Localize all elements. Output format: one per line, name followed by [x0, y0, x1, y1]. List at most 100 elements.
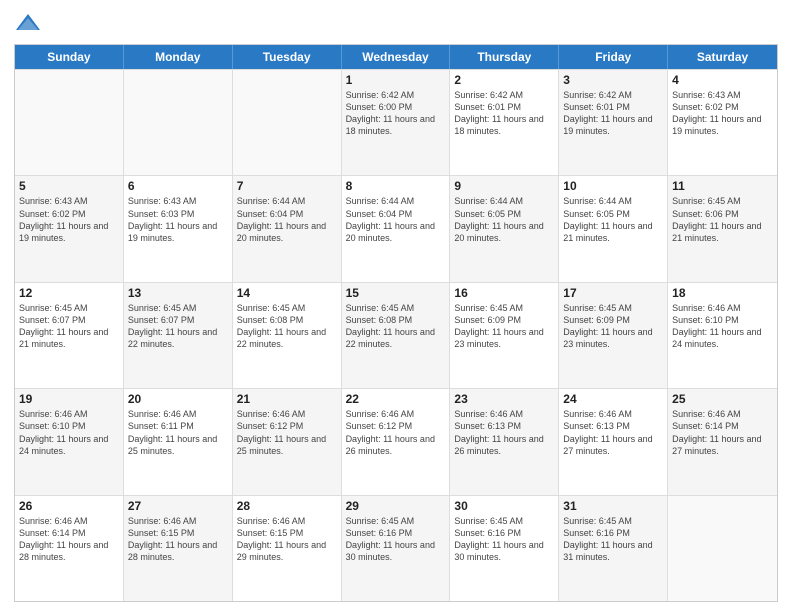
table-row: 13Sunrise: 6:45 AM Sunset: 6:07 PM Dayli…	[124, 283, 233, 388]
day-info: Sunrise: 6:46 AM Sunset: 6:10 PM Dayligh…	[19, 408, 119, 457]
day-info: Sunrise: 6:45 AM Sunset: 6:16 PM Dayligh…	[454, 515, 554, 564]
day-info: Sunrise: 6:45 AM Sunset: 6:07 PM Dayligh…	[128, 302, 228, 351]
day-number: 24	[563, 392, 663, 406]
day-number: 30	[454, 499, 554, 513]
logo	[14, 10, 46, 38]
day-header-sunday: Sunday	[15, 45, 124, 69]
table-row: 22 Sunrise: 6:46 AM Sunset: 6:12 PM Dayli…	[342, 389, 451, 494]
day-header-monday: Monday	[124, 45, 233, 69]
logo-icon	[14, 10, 42, 38]
day-info: Sunrise: 6:45 AM Sunset: 6:09 PM Dayligh…	[454, 302, 554, 351]
week-row-3: 12 Sunrise: 6:45 AM Sunset: 6:07 PM Dayli…	[15, 282, 777, 388]
table-row: 4 Sunrise: 6:43 AM Sunset: 6:02 PM Daylig…	[668, 70, 777, 175]
day-info: Sunrise: 6:45 AM Sunset: 6:09 PM Dayligh…	[563, 302, 663, 351]
day-info: Sunrise: 6:45 AM Sunset: 6:06 PM Dayligh…	[672, 195, 773, 244]
table-row: 29 Sunrise: 6:45 AM Sunset: 6:16 PM Dayli…	[342, 496, 451, 601]
day-info: Sunrise: 6:44 AM Sunset: 6:05 PM Dayligh…	[563, 195, 663, 244]
day-number: 28	[237, 499, 337, 513]
table-row	[668, 496, 777, 601]
day-info: Sunrise: 6:46 AM Sunset: 6:15 PM Dayligh…	[128, 515, 228, 564]
page: SundayMondayTuesdayWednesdayThursdayFrid…	[0, 0, 792, 612]
day-header-tuesday: Tuesday	[233, 45, 342, 69]
table-row	[124, 70, 233, 175]
day-number: 8	[346, 179, 446, 193]
day-info: Sunrise: 6:42 AM Sunset: 6:01 PM Dayligh…	[563, 89, 663, 138]
day-info: Sunrise: 6:45 AM Sunset: 6:16 PM Dayligh…	[563, 515, 663, 564]
day-info: Sunrise: 6:46 AM Sunset: 6:12 PM Dayligh…	[346, 408, 446, 457]
day-info: Sunrise: 6:46 AM Sunset: 6:14 PM Dayligh…	[19, 515, 119, 564]
day-number: 25	[672, 392, 773, 406]
day-info: Sunrise: 6:46 AM Sunset: 6:10 PM Dayligh…	[672, 302, 773, 351]
day-number: 19	[19, 392, 119, 406]
day-info: Sunrise: 6:45 AM Sunset: 6:16 PM Dayligh…	[346, 515, 446, 564]
day-number: 2	[454, 73, 554, 87]
week-row-4: 19 Sunrise: 6:46 AM Sunset: 6:10 PM Dayli…	[15, 388, 777, 494]
table-row: 28 Sunrise: 6:46 AM Sunset: 6:15 PM Dayli…	[233, 496, 342, 601]
table-row: 12 Sunrise: 6:45 AM Sunset: 6:07 PM Dayli…	[15, 283, 124, 388]
table-row: 5Sunrise: 6:43 AM Sunset: 6:02 PM Daylig…	[15, 176, 124, 281]
day-number: 3	[563, 73, 663, 87]
day-info: Sunrise: 6:46 AM Sunset: 6:13 PM Dayligh…	[563, 408, 663, 457]
table-row: 11 Sunrise: 6:45 AM Sunset: 6:06 PM Dayli…	[668, 176, 777, 281]
day-info: Sunrise: 6:46 AM Sunset: 6:14 PM Dayligh…	[672, 408, 773, 457]
day-info: Sunrise: 6:44 AM Sunset: 6:04 PM Dayligh…	[346, 195, 446, 244]
day-number: 11	[672, 179, 773, 193]
table-row: 17 Sunrise: 6:45 AM Sunset: 6:09 PM Dayli…	[559, 283, 668, 388]
day-info: Sunrise: 6:45 AM Sunset: 6:08 PM Dayligh…	[237, 302, 337, 351]
day-number: 21	[237, 392, 337, 406]
day-number: 9	[454, 179, 554, 193]
table-row: 19 Sunrise: 6:46 AM Sunset: 6:10 PM Dayli…	[15, 389, 124, 494]
calendar: SundayMondayTuesdayWednesdayThursdayFrid…	[14, 44, 778, 602]
day-number: 18	[672, 286, 773, 300]
day-info: Sunrise: 6:45 AM Sunset: 6:07 PM Dayligh…	[19, 302, 119, 351]
day-info: Sunrise: 6:44 AM Sunset: 6:05 PM Dayligh…	[454, 195, 554, 244]
day-info: Sunrise: 6:45 AM Sunset: 6:08 PM Dayligh…	[346, 302, 446, 351]
table-row: 23 Sunrise: 6:46 AM Sunset: 6:13 PM Dayli…	[450, 389, 559, 494]
table-row: 7Sunrise: 6:44 AM Sunset: 6:04 PM Daylig…	[233, 176, 342, 281]
table-row: 3 Sunrise: 6:42 AM Sunset: 6:01 PM Daylig…	[559, 70, 668, 175]
day-number: 16	[454, 286, 554, 300]
table-row: 8 Sunrise: 6:44 AM Sunset: 6:04 PM Daylig…	[342, 176, 451, 281]
calendar-body: 1 Sunrise: 6:42 AM Sunset: 6:00 PM Daylig…	[15, 69, 777, 601]
table-row: 30 Sunrise: 6:45 AM Sunset: 6:16 PM Dayli…	[450, 496, 559, 601]
day-info: Sunrise: 6:46 AM Sunset: 6:13 PM Dayligh…	[454, 408, 554, 457]
day-number: 4	[672, 73, 773, 87]
day-info: Sunrise: 6:43 AM Sunset: 6:02 PM Dayligh…	[672, 89, 773, 138]
day-header-saturday: Saturday	[668, 45, 777, 69]
day-info: Sunrise: 6:42 AM Sunset: 6:00 PM Dayligh…	[346, 89, 446, 138]
table-row: 16 Sunrise: 6:45 AM Sunset: 6:09 PM Dayli…	[450, 283, 559, 388]
table-row: 18 Sunrise: 6:46 AM Sunset: 6:10 PM Dayli…	[668, 283, 777, 388]
day-number: 1	[346, 73, 446, 87]
day-header-friday: Friday	[559, 45, 668, 69]
day-info: Sunrise: 6:43 AM Sunset: 6:03 PM Dayligh…	[128, 195, 228, 244]
day-info: Sunrise: 6:46 AM Sunset: 6:12 PM Dayligh…	[237, 408, 337, 457]
day-number: 23	[454, 392, 554, 406]
table-row: 15Sunrise: 6:45 AM Sunset: 6:08 PM Dayli…	[342, 283, 451, 388]
day-number: 26	[19, 499, 119, 513]
table-row: 2 Sunrise: 6:42 AM Sunset: 6:01 PM Daylig…	[450, 70, 559, 175]
table-row: 9 Sunrise: 6:44 AM Sunset: 6:05 PM Daylig…	[450, 176, 559, 281]
day-number: 10	[563, 179, 663, 193]
day-number: 14	[237, 286, 337, 300]
day-number: 6	[128, 179, 228, 193]
day-number: 29	[346, 499, 446, 513]
table-row	[233, 70, 342, 175]
table-row: 10 Sunrise: 6:44 AM Sunset: 6:05 PM Dayli…	[559, 176, 668, 281]
table-row: 31Sunrise: 6:45 AM Sunset: 6:16 PM Dayli…	[559, 496, 668, 601]
week-row-2: 5Sunrise: 6:43 AM Sunset: 6:02 PM Daylig…	[15, 175, 777, 281]
day-info: Sunrise: 6:46 AM Sunset: 6:15 PM Dayligh…	[237, 515, 337, 564]
table-row: 24 Sunrise: 6:46 AM Sunset: 6:13 PM Dayli…	[559, 389, 668, 494]
table-row: 6 Sunrise: 6:43 AM Sunset: 6:03 PM Daylig…	[124, 176, 233, 281]
day-number: 17	[563, 286, 663, 300]
day-info: Sunrise: 6:42 AM Sunset: 6:01 PM Dayligh…	[454, 89, 554, 138]
day-header-thursday: Thursday	[450, 45, 559, 69]
day-number: 12	[19, 286, 119, 300]
day-number: 27	[128, 499, 228, 513]
day-number: 22	[346, 392, 446, 406]
day-number: 7	[237, 179, 337, 193]
table-row: 21 Sunrise: 6:46 AM Sunset: 6:12 PM Dayli…	[233, 389, 342, 494]
table-row: 25 Sunrise: 6:46 AM Sunset: 6:14 PM Dayli…	[668, 389, 777, 494]
table-row: 26 Sunrise: 6:46 AM Sunset: 6:14 PM Dayli…	[15, 496, 124, 601]
calendar-header: SundayMondayTuesdayWednesdayThursdayFrid…	[15, 45, 777, 69]
day-info: Sunrise: 6:46 AM Sunset: 6:11 PM Dayligh…	[128, 408, 228, 457]
